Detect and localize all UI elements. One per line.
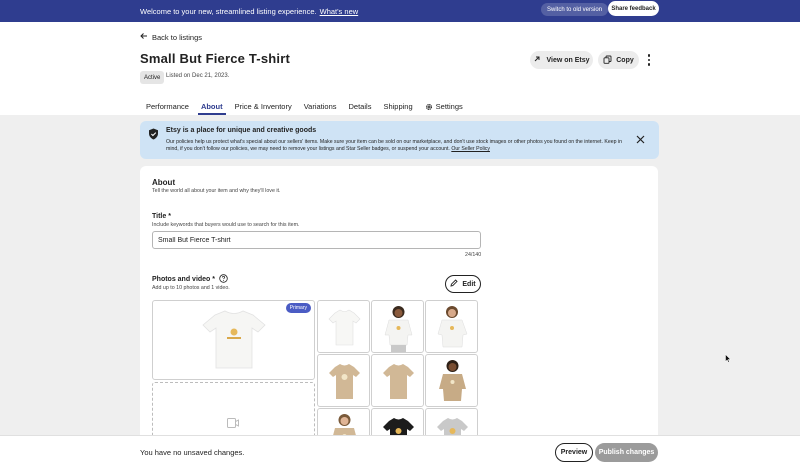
help-icon[interactable] [219, 274, 228, 285]
pencil-icon [450, 279, 459, 289]
tab-shipping[interactable]: Shipping [377, 98, 418, 115]
title-help: Include keywords that buyers would use t… [152, 222, 300, 228]
primary-badge: Primary [285, 303, 311, 313]
back-to-listings-link[interactable]: Back to listings [140, 32, 202, 42]
listing-tabs: Performance About Price & Inventory Vari… [140, 98, 469, 115]
whats-new-link[interactable]: What's new [320, 7, 359, 16]
tab-variations[interactable]: Variations [298, 98, 343, 115]
preview-button[interactable]: Preview [555, 443, 593, 462]
share-feedback-button[interactable]: Share feedback [608, 1, 659, 16]
mouse-cursor-icon [725, 352, 732, 366]
tab-details[interactable]: Details [343, 98, 378, 115]
about-card: About Tell the world all about your item… [140, 166, 658, 461]
notice-heading: Etsy is a place for unique and creative … [166, 127, 317, 134]
close-icon[interactable] [636, 133, 645, 147]
photos-help: Add up to 10 photos and 1 video. [152, 285, 230, 291]
banner-message: Welcome to your new, streamlined listing… [140, 6, 317, 16]
unsaved-status: You have no unsaved changes. [140, 448, 245, 457]
announcement-banner: Welcome to your new, streamlined listing… [0, 0, 800, 22]
copy-icon [603, 55, 612, 66]
photo-thumbnail[interactable] [425, 300, 478, 353]
photos-label: Photos and video * [152, 274, 228, 285]
tan-tshirt-back-thumb [383, 364, 414, 399]
photo-thumbnail[interactable] [317, 354, 370, 407]
title-char-counter: 24/140 [465, 252, 482, 258]
edit-photos-button[interactable]: Edit [445, 275, 481, 293]
view-label: View on Etsy [546, 56, 590, 64]
copy-label: Copy [616, 56, 634, 64]
white-tshirt-thumb [328, 309, 361, 346]
photo-thumbnail[interactable] [317, 300, 370, 353]
video-placeholder-icon [227, 417, 239, 431]
shield-icon [148, 128, 159, 143]
bottom-action-bar: You have no unsaved changes. Preview Pub… [0, 435, 800, 465]
about-heading: About [152, 178, 176, 187]
photo-thumbnail[interactable] [425, 354, 478, 407]
model-tan-tshirt-thumb [439, 360, 466, 401]
photo-thumbnail[interactable] [371, 354, 424, 407]
model-white-tshirt-thumb-2 [437, 306, 468, 348]
listed-date: Listed on Dec 21, 2023. [166, 73, 230, 79]
arrow-left-icon [140, 32, 148, 42]
primary-photo[interactable]: Primary [152, 300, 315, 380]
model-white-tshirt-thumb [384, 306, 413, 352]
copy-button[interactable]: Copy [598, 51, 639, 69]
title-input[interactable] [152, 231, 481, 249]
tab-settings[interactable]: Settings [419, 98, 469, 115]
page-title: Small But Fierce T-shirt [140, 51, 291, 66]
add-video-slot[interactable] [152, 382, 315, 442]
tan-tshirt-thumb [329, 364, 360, 399]
tab-price-inventory[interactable]: Price & Inventory [229, 98, 298, 115]
gear-icon [425, 103, 433, 111]
policy-notice: Etsy is a place for unique and creative … [140, 121, 659, 159]
more-options-icon[interactable] [644, 51, 654, 69]
seller-policy-link[interactable]: Our Seller Policy [451, 146, 490, 152]
view-on-etsy-button[interactable]: View on Etsy [530, 51, 593, 69]
external-arrow-icon [533, 55, 541, 65]
switch-old-version-button[interactable]: Switch to old version [541, 3, 609, 16]
about-subheading: Tell the world all about your item and w… [152, 188, 281, 194]
tab-about[interactable]: About [195, 98, 229, 115]
title-label: Title * [152, 213, 171, 220]
publish-changes-button[interactable]: Publish changes [595, 443, 658, 462]
tab-performance[interactable]: Performance [140, 98, 195, 115]
back-label: Back to listings [152, 32, 203, 42]
status-badge: Active [140, 71, 165, 84]
notice-body: Our policies help us protect what's spec… [166, 139, 622, 152]
photo-thumbnail[interactable] [371, 300, 424, 353]
